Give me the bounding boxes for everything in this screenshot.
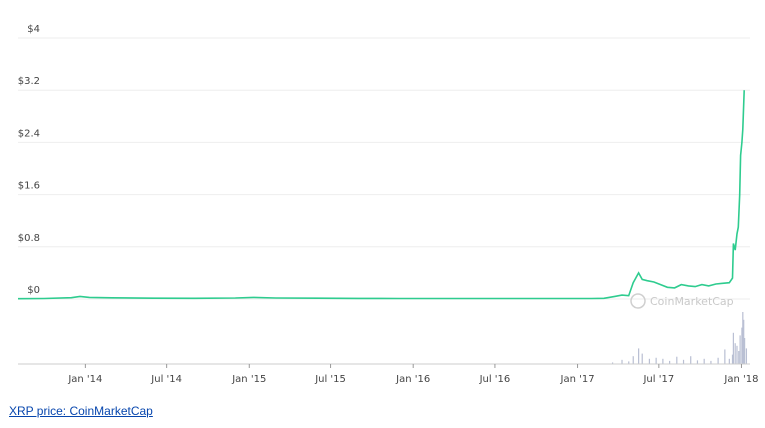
x-tick-label: Jul '14 (150, 374, 182, 385)
y-axis-ticks: $0 $0.8 $1.6 $2.4 $3.2 $4 (18, 24, 40, 296)
volume-bar (736, 345, 738, 364)
volume-bar (648, 358, 651, 364)
volume-bar (703, 358, 705, 364)
volume-bar (745, 348, 748, 364)
y-tick-label: $4 (27, 24, 40, 35)
volume-bar (724, 349, 726, 364)
volume-bar (738, 351, 740, 364)
volume-bar (638, 348, 640, 364)
volume-bars (611, 312, 748, 364)
x-tick-label: Jan '18 (723, 374, 758, 385)
watermark-text: CoinMarketCap (650, 295, 734, 308)
volume-bar (690, 356, 692, 364)
volume-bar (739, 335, 741, 364)
volume-bar (744, 338, 746, 364)
x-tick-label: Jul '15 (314, 374, 346, 385)
volume-bar (621, 359, 623, 364)
watermark: CoinMarketCap (630, 293, 734, 309)
y-tick-label: $2.4 (18, 128, 40, 139)
volume-bar (655, 357, 657, 364)
y-tick-label: $3.2 (18, 76, 40, 87)
x-tick-label: Jul '16 (479, 374, 511, 385)
x-tick-label: Jan '17 (560, 374, 595, 385)
volume-bar (717, 357, 719, 364)
y-tick-label: $1.6 (18, 181, 40, 192)
volume-bar (734, 343, 736, 364)
x-tick-label: Jan '14 (67, 374, 102, 385)
volume-bar (696, 360, 699, 364)
volume-bar (641, 353, 643, 364)
volume-bar (728, 358, 730, 364)
volume-bar (682, 359, 685, 364)
volume-bar (676, 356, 678, 364)
y-tick-label: $0 (27, 285, 40, 296)
x-tick-label: Jan '15 (231, 374, 266, 385)
volume-bar (732, 332, 734, 364)
x-tick-label: Jul '17 (642, 374, 674, 385)
volume-bar (662, 358, 664, 364)
volume-bar (632, 356, 634, 364)
price-chart: $0 $0.8 $1.6 $2.4 $3.2 $4 CoinMarketCap Jan '… (18, 24, 759, 385)
y-tick-label: $0.8 (18, 233, 40, 244)
source-caption-link[interactable]: XRP price: CoinMarketCap (9, 404, 153, 418)
x-tick-label: Jan '16 (395, 374, 430, 385)
x-axis-ticks: Jan '14 Jul '14 Jan '15 Jul '15 Jan '16 Jul '… (67, 364, 759, 385)
coinmarketcap-logo-icon (630, 293, 646, 309)
gridlines (18, 37, 750, 300)
